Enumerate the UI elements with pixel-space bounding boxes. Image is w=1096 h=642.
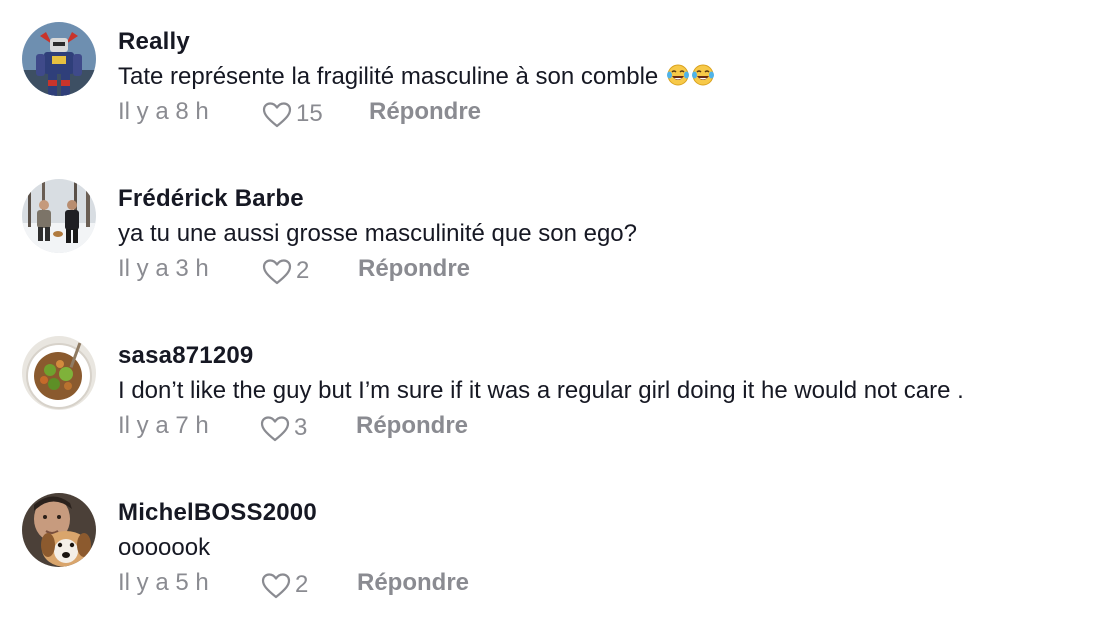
reply-button[interactable]: Répondre (369, 98, 481, 126)
like-count: 2 (295, 571, 309, 598)
comment-username[interactable]: Really (118, 28, 190, 56)
reply-button[interactable]: Répondre (356, 412, 468, 440)
heart-icon (261, 573, 291, 599)
comment-item: sasa871209 I don’t like the guy but I’m … (0, 314, 1096, 454)
heart-icon (262, 259, 292, 285)
heart-icon (260, 416, 290, 442)
comment-list: Really Tate représente la fragilité masc… (0, 0, 1096, 642)
face-with-tears-of-joy-icon (666, 64, 689, 86)
comment-text: I don’t like the guy but I’m sure if it … (118, 377, 964, 404)
comment-text: ya tu une aussi grosse masculinité que s… (118, 220, 637, 247)
user-avatar[interactable] (22, 336, 96, 410)
like-count: 15 (296, 100, 323, 127)
comment-username[interactable]: Frédérick Barbe (118, 185, 304, 213)
comment-text: ooooook (118, 534, 211, 561)
food-bowl-avatar-icon (22, 336, 96, 410)
reply-button[interactable]: Répondre (358, 255, 470, 283)
snowy-forest-people-avatar-icon (22, 179, 96, 253)
face-with-tears-of-joy-icon (691, 64, 714, 86)
robot-avatar-icon (22, 22, 96, 96)
comment-timestamp: Il y a 8 h (118, 98, 209, 125)
comment-item: Really Tate représente la fragilité masc… (0, 0, 1096, 140)
reply-button[interactable]: Répondre (357, 569, 469, 597)
user-avatar[interactable] (22, 493, 96, 567)
heart-icon (262, 102, 292, 128)
comment-username[interactable]: sasa871209 (118, 342, 253, 370)
user-avatar[interactable] (22, 22, 96, 96)
like-count: 3 (294, 414, 308, 441)
comment-text-content: Tate représente la fragilité masculine à… (118, 63, 659, 90)
like-count: 2 (296, 257, 310, 284)
comment-username[interactable]: MichelBOSS2000 (118, 499, 317, 527)
comment-text: Tate représente la fragilité masculine à… (118, 63, 715, 91)
man-with-dog-avatar-icon (22, 493, 96, 567)
comment-timestamp: Il y a 3 h (118, 255, 209, 282)
comment-item: MichelBOSS2000 ooooook Il y a 5 h 2 Répo… (0, 471, 1096, 611)
comment-timestamp: Il y a 7 h (118, 412, 209, 439)
comment-item: Frédérick Barbe ya tu une aussi grosse m… (0, 157, 1096, 297)
user-avatar[interactable] (22, 179, 96, 253)
comment-timestamp: Il y a 5 h (118, 569, 209, 596)
